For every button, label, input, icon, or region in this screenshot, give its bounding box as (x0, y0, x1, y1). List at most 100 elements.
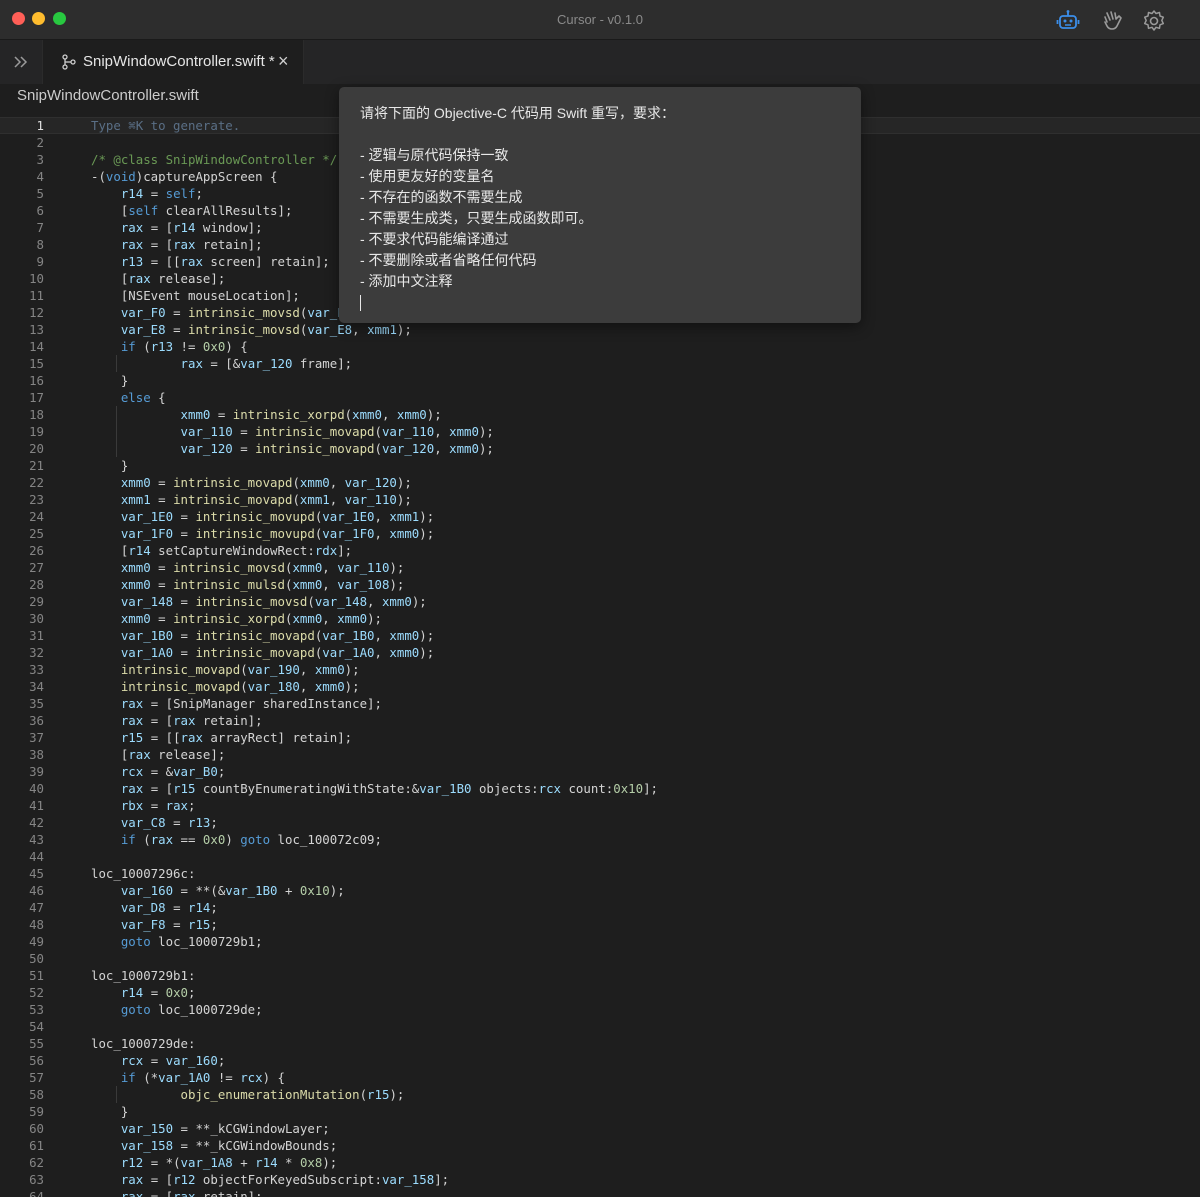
line-number: 57 (29, 1070, 44, 1085)
code-line[interactable]: 45 loc_10007296c: (0, 865, 1200, 882)
code-line[interactable]: 15 rax = [&var_120 frame]; (0, 355, 1200, 372)
code-line[interactable]: 54 (0, 1018, 1200, 1035)
code-line[interactable]: 47 var_D8 = r14; (0, 899, 1200, 916)
code-line[interactable]: 58 objc_enumerationMutation(r15); (0, 1086, 1200, 1103)
code-text: xmm0 = intrinsic_mulsd(xmm0, var_108); (120, 577, 405, 592)
prompt-input-line[interactable] (360, 292, 840, 313)
code-text: [rax release]; (91, 747, 226, 762)
code-line[interactable]: 26 [r14 setCaptureWindowRect:rdx]; (0, 542, 1200, 559)
code-text: rcx = var_160; (120, 1053, 226, 1068)
code-text: [r14 setCaptureWindowRect:rdx]; (91, 543, 353, 558)
line-number: 36 (29, 713, 44, 728)
expand-sidebar-button[interactable] (0, 40, 42, 84)
code-text: rax = [r14 window]; (120, 220, 263, 235)
breadcrumb[interactable]: SnipWindowController.swift (17, 87, 199, 104)
code-text: var_E8 = intrinsic_movsd(var_E8, xmm1); (120, 322, 412, 337)
code-line[interactable]: 17 else { (0, 389, 1200, 406)
prompt-line: - 不需要生成类，只要生成函数即可。 (360, 210, 593, 226)
code-line[interactable]: 36 rax = [rax retain]; (0, 712, 1200, 729)
line-number: 24 (29, 509, 44, 524)
line-number: 20 (29, 441, 44, 456)
line-number: 37 (29, 730, 44, 745)
code-text: var_148 = intrinsic_movsd(var_148, xmm0)… (120, 594, 427, 609)
code-text: xmm0 = intrinsic_xorpd(xmm0, xmm0); (120, 611, 382, 626)
code-line[interactable]: 52 r14 = 0x0; (0, 984, 1200, 1001)
code-line[interactable]: 59 } (0, 1103, 1200, 1120)
code-line[interactable]: 18 xmm0 = intrinsic_xorpd(xmm0, xmm0); (0, 406, 1200, 423)
code-text: var_160 = **(&var_1B0 + 0x10); (120, 883, 345, 898)
line-number: 8 (36, 237, 44, 252)
line-number: 9 (36, 254, 44, 269)
code-text: if (rax == 0x0) goto loc_100072c09; (120, 832, 382, 847)
close-icon[interactable]: × (278, 51, 289, 71)
hand-wave-icon[interactable] (1100, 8, 1126, 34)
code-line[interactable]: 34 intrinsic_movapd(var_180, xmm0); (0, 678, 1200, 695)
code-text: var_110 = intrinsic_movapd(var_110, xmm0… (180, 424, 494, 439)
tab-snip-window-controller[interactable]: SnipWindowController.swift * × (42, 40, 304, 84)
code-line[interactable]: 48 var_F8 = r15; (0, 916, 1200, 933)
code-text: objc_enumerationMutation(r15); (180, 1087, 405, 1102)
line-number: 18 (29, 407, 44, 422)
code-text: xmm0 = intrinsic_movapd(xmm0, var_120); (120, 475, 412, 490)
code-line[interactable]: 57 if (*var_1A0 != rcx) { (0, 1069, 1200, 1086)
code-line[interactable]: 64 rax = [rax retain]; (0, 1188, 1200, 1197)
code-line[interactable]: 32 var_1A0 = intrinsic_movapd(var_1A0, x… (0, 644, 1200, 661)
code-line[interactable]: 39 rcx = &var_B0; (0, 763, 1200, 780)
code-line[interactable]: 41 rbx = rax; (0, 797, 1200, 814)
line-number: 38 (29, 747, 44, 762)
code-line[interactable]: 24 var_1E0 = intrinsic_movupd(var_1E0, x… (0, 508, 1200, 525)
code-line[interactable]: 49 goto loc_1000729b1; (0, 933, 1200, 950)
robot-icon[interactable] (1055, 8, 1081, 34)
prompt-line: - 不存在的函数不需要生成 (360, 189, 523, 205)
line-number: 52 (29, 985, 44, 1000)
code-line[interactable]: 33 intrinsic_movapd(var_190, xmm0); (0, 661, 1200, 678)
code-line[interactable]: 63 rax = [r12 objectForKeyedSubscript:va… (0, 1171, 1200, 1188)
code-line[interactable]: 51 loc_1000729b1: (0, 967, 1200, 984)
code-line[interactable]: 37 r15 = [[rax arrayRect] retain]; (0, 729, 1200, 746)
line-number: 28 (29, 577, 44, 592)
code-line[interactable]: 27 xmm0 = intrinsic_movsd(xmm0, var_110)… (0, 559, 1200, 576)
code-line[interactable]: 16 } (0, 372, 1200, 389)
code-line[interactable]: 28 xmm0 = intrinsic_mulsd(xmm0, var_108)… (0, 576, 1200, 593)
code-line[interactable]: 14 if (r13 != 0x0) { (0, 338, 1200, 355)
code-line[interactable]: 40 rax = [r15 countByEnumeratingWithStat… (0, 780, 1200, 797)
code-line[interactable]: 23 xmm1 = intrinsic_movapd(xmm1, var_110… (0, 491, 1200, 508)
gear-icon[interactable] (1141, 8, 1167, 34)
code-line[interactable]: 35 rax = [SnipManager sharedInstance]; (0, 695, 1200, 712)
code-line[interactable]: 19 var_110 = intrinsic_movapd(var_110, x… (0, 423, 1200, 440)
code-line[interactable]: 50 (0, 950, 1200, 967)
code-line[interactable]: 31 var_1B0 = intrinsic_movapd(var_1B0, x… (0, 627, 1200, 644)
line-number: 62 (29, 1155, 44, 1170)
code-text: [rax release]; (91, 271, 226, 286)
line-number: 29 (29, 594, 44, 609)
text-cursor (360, 295, 361, 312)
code-line[interactable]: 53 goto loc_1000729de; (0, 1001, 1200, 1018)
line-number: 22 (29, 475, 44, 490)
code-line[interactable]: 20 var_120 = intrinsic_movapd(var_120, x… (0, 440, 1200, 457)
line-number: 7 (36, 220, 44, 235)
generate-prompt-box[interactable]: 请将下面的 Objective-C 代码用 Swift 重写，要求： - 逻辑与原… (339, 87, 861, 323)
line-number: 51 (29, 968, 44, 983)
line-number: 23 (29, 492, 44, 507)
code-line[interactable]: 61 var_158 = **_kCGWindowBounds; (0, 1137, 1200, 1154)
code-line[interactable]: 13 var_E8 = intrinsic_movsd(var_E8, xmm1… (0, 321, 1200, 338)
code-line[interactable]: 38 [rax release]; (0, 746, 1200, 763)
line-number: 26 (29, 543, 44, 558)
code-line[interactable]: 55 loc_1000729de: (0, 1035, 1200, 1052)
code-line[interactable]: 22 xmm0 = intrinsic_movapd(xmm0, var_120… (0, 474, 1200, 491)
code-line[interactable]: 43 if (rax == 0x0) goto loc_100072c09; (0, 831, 1200, 848)
code-line[interactable]: 44 (0, 848, 1200, 865)
line-number: 21 (29, 458, 44, 473)
code-line[interactable]: 42 var_C8 = r13; (0, 814, 1200, 831)
code-line[interactable]: 25 var_1F0 = intrinsic_movupd(var_1F0, x… (0, 525, 1200, 542)
code-line[interactable]: 21 } (0, 457, 1200, 474)
code-text: if (*var_1A0 != rcx) { (120, 1070, 285, 1085)
tab-bar: SnipWindowController.swift * × (0, 40, 1200, 84)
code-line[interactable]: 30 xmm0 = intrinsic_xorpd(xmm0, xmm0); (0, 610, 1200, 627)
code-line[interactable]: 56 rcx = var_160; (0, 1052, 1200, 1069)
line-number: 17 (29, 390, 44, 405)
code-line[interactable]: 46 var_160 = **(&var_1B0 + 0x10); (0, 882, 1200, 899)
code-line[interactable]: 62 r12 = *(var_1A8 + r14 * 0x8); (0, 1154, 1200, 1171)
code-line[interactable]: 60 var_150 = **_kCGWindowLayer; (0, 1120, 1200, 1137)
code-line[interactable]: 29 var_148 = intrinsic_movsd(var_148, xm… (0, 593, 1200, 610)
